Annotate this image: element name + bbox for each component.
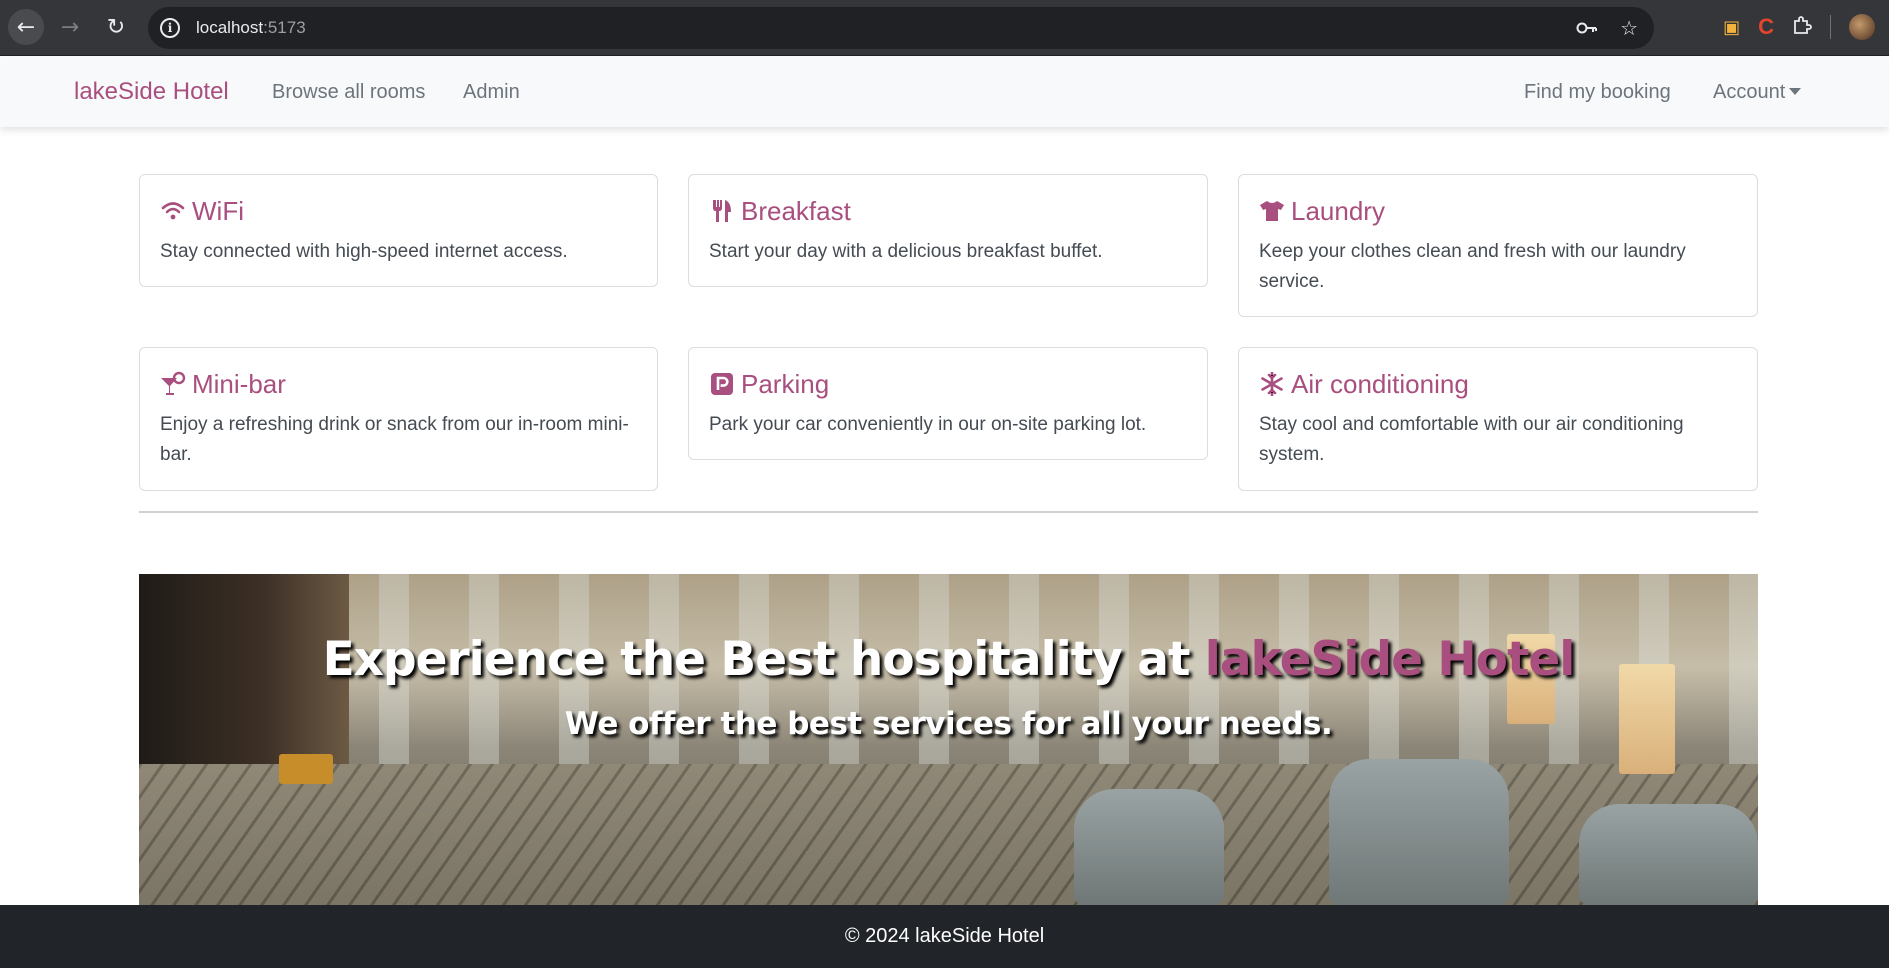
service-title: Air conditioning — [1291, 368, 1469, 399]
brand-link[interactable]: lakeSide Hotel — [74, 78, 229, 106]
service-description: Enjoy a refreshing drink or snack from o… — [160, 414, 629, 465]
tshirt-icon — [1259, 198, 1285, 224]
service-description: Stay connected with high-speed internet … — [160, 241, 568, 262]
service-title: Breakfast — [741, 195, 851, 226]
url-host: localhost — [196, 18, 264, 37]
service-title: Laundry — [1291, 195, 1385, 226]
service-card-laundry: Laundry Keep your clothes clean and fres… — [1238, 174, 1758, 317]
extensions-puzzle-icon[interactable] — [1792, 15, 1812, 40]
footer-copyright: © 2024 lakeSide Hotel — [844, 925, 1045, 947]
terminal-extension-icon[interactable]: ▣ — [1723, 17, 1740, 38]
profile-avatar[interactable] — [1849, 14, 1875, 40]
service-card-parking: Parking Park your car conveniently in ou… — [688, 347, 1208, 460]
service-title: Parking — [741, 368, 830, 399]
hero-background-chair — [1579, 804, 1758, 905]
url-port: :5173 — [263, 18, 306, 37]
service-card-breakfast: Breakfast Start your day with a deliciou… — [688, 174, 1208, 287]
cocktail-icon — [160, 371, 186, 397]
account-label: Account — [1713, 80, 1786, 103]
utensils-icon — [709, 198, 735, 224]
service-description: Start your day with a delicious breakfas… — [709, 241, 1103, 262]
nav-browse-rooms[interactable]: Browse all rooms — [272, 81, 425, 104]
hero-background-chair — [1329, 759, 1509, 905]
hero-headline: Experience the Best hospitality at lakeS… — [139, 632, 1758, 687]
service-title: WiFi — [192, 195, 244, 226]
url-text: localhost:5173 — [196, 18, 306, 38]
nav-find-booking[interactable]: Find my booking — [1524, 81, 1671, 104]
reload-icon: ↻ — [106, 14, 126, 40]
back-icon: ← — [16, 14, 36, 40]
reload-button[interactable]: ↻ — [98, 9, 134, 45]
hero-background-bench — [279, 754, 333, 784]
key-icon[interactable] — [1576, 16, 1598, 40]
service-title: Mini-bar — [192, 368, 286, 399]
service-card-wifi: WiFi Stay connected with high-speed inte… — [139, 174, 658, 287]
service-description: Park your car conveniently in our on-sit… — [709, 414, 1147, 435]
forward-icon: → — [60, 14, 80, 40]
app-navbar: lakeSide Hotel Browse all rooms Admin Fi… — [0, 57, 1889, 127]
hero-headline-prefix: Experience the Best hospitality at — [322, 632, 1205, 687]
browser-toolbar: ← → ↻ i localhost:5173 ☆ ▣ C — [0, 0, 1889, 56]
site-info-icon[interactable]: i — [160, 18, 180, 38]
c-extension-icon[interactable]: C — [1758, 14, 1774, 40]
nav-account-dropdown[interactable]: Account — [1713, 80, 1802, 104]
service-description: Stay cool and comfortable with our air c… — [1259, 414, 1684, 465]
service-description: Keep your clothes clean and fresh with o… — [1259, 241, 1686, 292]
service-card-air-conditioning: Air conditioning Stay cool and comfortab… — [1238, 347, 1758, 491]
service-card-minibar: Mini-bar Enjoy a refreshing drink or sna… — [139, 347, 658, 491]
bookmark-star-icon[interactable]: ☆ — [1620, 16, 1638, 40]
page-footer: © 2024 lakeSide Hotel — [0, 905, 1889, 968]
hero-headline-hotel-name: lakeSide Hotel — [1204, 632, 1576, 687]
nav-admin[interactable]: Admin — [463, 81, 520, 104]
hero-subheadline: We offer the best services for all your … — [564, 706, 1333, 742]
snowflake-icon — [1259, 371, 1285, 397]
wifi-icon — [160, 198, 186, 224]
caret-down-icon — [1789, 87, 1802, 95]
hero-background-chair — [1074, 789, 1224, 905]
hero-banner: Experience the Best hospitality at lakeS… — [139, 574, 1758, 905]
address-bar[interactable]: i localhost:5173 ☆ — [148, 7, 1654, 49]
toolbar-divider — [1830, 15, 1831, 39]
hero-background-floor — [139, 764, 1758, 905]
parking-icon — [709, 371, 735, 397]
back-button[interactable]: ← — [8, 9, 44, 45]
forward-button[interactable]: → — [52, 9, 88, 45]
section-divider — [139, 511, 1758, 513]
